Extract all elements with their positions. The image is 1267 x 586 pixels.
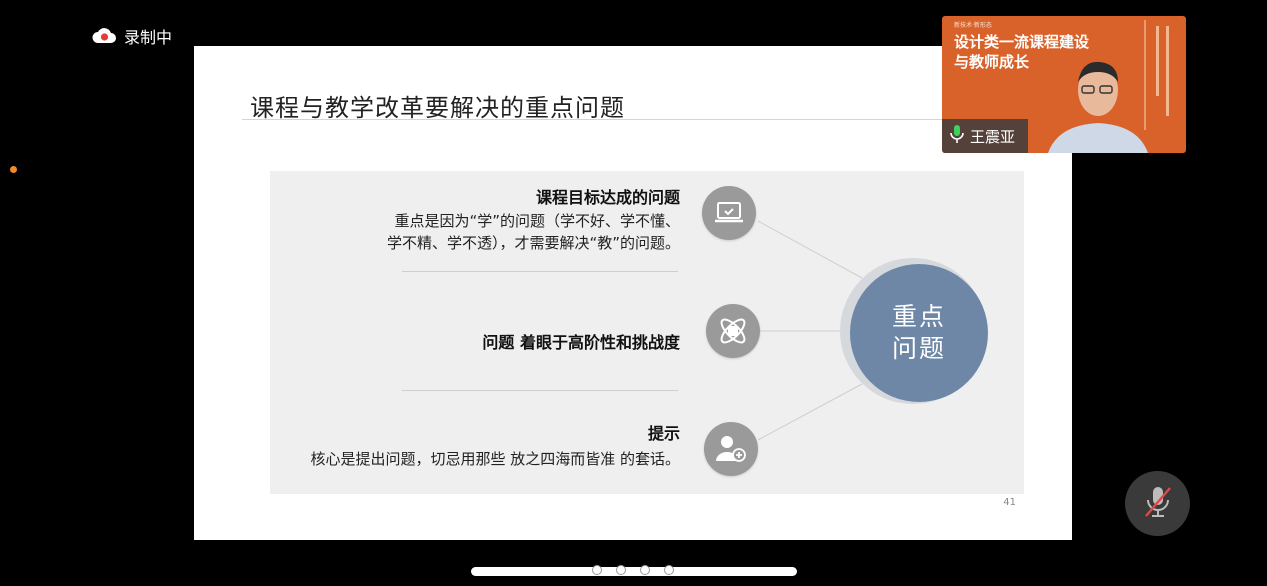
slide-page-number: 41 bbox=[1003, 497, 1016, 508]
speaker-nameplate: 王震亚 bbox=[942, 119, 1028, 153]
item-1-heading: 课程目标达成的问题 bbox=[535, 188, 680, 207]
presentation-slide: 课程与教学改革要解决的重点问题 课程目标达成的问题 重点是因为“学”的问题（学不… bbox=[194, 46, 1072, 540]
status-dot bbox=[10, 166, 17, 173]
item-3-description: 核心是提出问题，切忌用那些 放之四海而皆准 的套话。 bbox=[310, 450, 680, 468]
page-dot[interactable] bbox=[592, 565, 602, 575]
user-add-icon bbox=[704, 422, 758, 476]
item-1-description: 重点是因为“学”的问题（学不好、学不懂、 学不精、学不透），才需要解决“教”的问… bbox=[387, 210, 680, 254]
separator-2 bbox=[402, 390, 678, 391]
mic-muted-icon bbox=[1142, 484, 1174, 524]
center-circle: 重点 问题 bbox=[850, 264, 988, 402]
atom-icon bbox=[706, 304, 760, 358]
mic-active-icon bbox=[950, 124, 964, 148]
page-dot[interactable] bbox=[640, 565, 650, 575]
item-1-desc-line1: 重点是因为“学”的问题（学不好、学不懂、 bbox=[394, 212, 680, 230]
recording-label: 录制中 bbox=[124, 28, 173, 47]
item-2-heading: 问题 着眼于高阶性和挑战度 bbox=[482, 333, 680, 352]
webcam-video[interactable]: 新技术·新形态 设计类一流课程建设 与教师成长 王震亚 bbox=[942, 16, 1186, 153]
center-line-2: 问题 bbox=[891, 334, 946, 363]
laptop-check-icon bbox=[702, 186, 756, 240]
cam-title-line1: 设计类一流课程建设 bbox=[954, 33, 1090, 51]
page-dots bbox=[592, 565, 674, 575]
mic-toggle-button[interactable] bbox=[1125, 471, 1190, 536]
cam-small-text: 新技术·新形态 bbox=[954, 22, 992, 29]
page-dot[interactable] bbox=[616, 565, 626, 575]
center-line-1: 重点 bbox=[891, 302, 946, 331]
item-1-desc-line2: 学不精、学不透），才需要解决“教”的问题。 bbox=[386, 234, 680, 252]
item-3-heading: 提示 bbox=[647, 424, 680, 443]
page-dot[interactable] bbox=[664, 565, 674, 575]
speaker-name: 王震亚 bbox=[970, 127, 1016, 146]
recording-indicator: 录制中 bbox=[92, 24, 172, 48]
speaker-avatar bbox=[1048, 61, 1148, 153]
separator-1 bbox=[402, 271, 678, 272]
cloud-record-icon bbox=[92, 27, 116, 45]
